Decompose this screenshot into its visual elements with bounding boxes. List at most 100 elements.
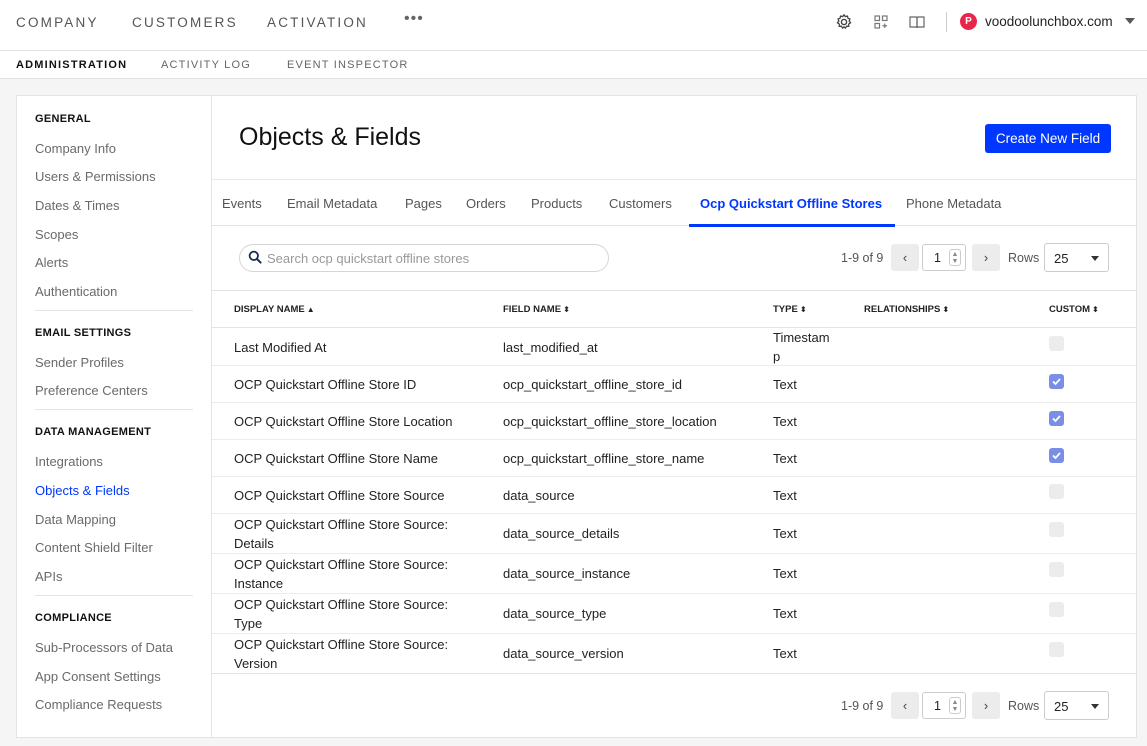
column-type[interactable]: TYPE ⬍ (773, 304, 807, 315)
more-menu-icon[interactable]: ••• (404, 10, 424, 28)
caret-down-icon (1091, 256, 1099, 261)
create-new-field-button[interactable]: Create New Field (985, 124, 1111, 153)
tab-email-metadata[interactable]: Email Metadata (287, 196, 377, 211)
caret-down-icon (1091, 704, 1099, 709)
search-input[interactable] (267, 249, 597, 267)
pagination-top: 1-9 of 9 ‹ 1 ▲ ▼ › Rows 25 (841, 243, 1141, 272)
cell-type: Text (773, 414, 797, 429)
main-panel: Objects & Fields Create New Field Events… (211, 95, 1137, 738)
custom-checkbox[interactable] (1049, 336, 1064, 351)
table-row[interactable]: OCP Quickstart Offline Store Source: Inst… (212, 554, 1136, 594)
sidebar-item-authentication[interactable]: Authentication (35, 284, 117, 299)
table-footer-divider (212, 673, 1136, 674)
sidebar-item-users-permissions[interactable]: Users & Permissions (35, 169, 156, 184)
cell-type: Text (773, 646, 797, 661)
table-row[interactable]: OCP Quickstart Offline Store ID ocp_quic… (212, 366, 1136, 403)
cell-display-name: OCP Quickstart Offline Store Source: Type (234, 597, 449, 631)
sidebar-divider (35, 409, 193, 410)
sidebar-item-sub-processors[interactable]: Sub-Processors of Data (35, 640, 173, 655)
custom-checkbox[interactable] (1049, 411, 1064, 426)
sidebar-heading-compliance: COMPLIANCE (35, 612, 112, 624)
book-icon[interactable] (908, 13, 926, 31)
page-stepper-icon[interactable]: ▲ ▼ (949, 697, 961, 714)
cell-display-name: OCP Quickstart Offline Store Name (234, 451, 438, 466)
sidebar-item-preference-centers[interactable]: Preference Centers (35, 383, 148, 398)
cell-field-name: last_modified_at (503, 340, 598, 355)
account-name[interactable]: voodoolunchbox.com (985, 14, 1113, 29)
cell-type: Text (773, 526, 797, 541)
nav-activation[interactable]: ACTIVATION (267, 15, 368, 30)
column-field-name[interactable]: FIELD NAME ⬍ (503, 304, 570, 315)
cell-type: Text (773, 488, 797, 503)
custom-checkbox[interactable] (1049, 562, 1064, 577)
sidebar-item-sender-profiles[interactable]: Sender Profiles (35, 355, 124, 370)
cell-field-name: ocp_quickstart_offline_store_location (503, 414, 717, 429)
sidebar-item-objects-fields[interactable]: Objects & Fields (35, 483, 130, 498)
check-icon (1052, 452, 1061, 460)
sidebar: GENERAL Company Info Users & Permissions… (16, 95, 211, 738)
subnav-administration[interactable]: ADMINISTRATION (16, 59, 127, 71)
rows-per-page-select[interactable]: 25 (1044, 243, 1109, 272)
sidebar-item-compliance-requests[interactable]: Compliance Requests (35, 697, 162, 712)
check-icon (1052, 415, 1061, 423)
chevron-right-icon[interactable]: › (972, 244, 1000, 271)
sidebar-item-apis[interactable]: APIs (35, 569, 62, 584)
apps-icon[interactable] (872, 13, 890, 31)
page-number-value: 1 (934, 699, 941, 713)
nav-customers[interactable]: CUSTOMERS (132, 15, 238, 30)
custom-checkbox[interactable] (1049, 642, 1064, 657)
table-row[interactable]: Last Modified At last_modified_at Timest… (212, 328, 1136, 366)
tab-ocp-quickstart-offline-stores[interactable]: Ocp Quickstart Offline Stores (700, 196, 882, 211)
cell-type: Timestam p (773, 330, 830, 364)
tab-phone-metadata[interactable]: Phone Metadata (906, 196, 1001, 211)
page-number-input[interactable]: 1 ▲ ▼ (922, 244, 966, 271)
sidebar-item-data-mapping[interactable]: Data Mapping (35, 512, 116, 527)
table-header: DISPLAY NAME ▲ FIELD NAME ⬍ TYPE ⬍ RELATION… (212, 290, 1136, 328)
table-row[interactable]: OCP Quickstart Offline Store Name ocp_qu… (212, 440, 1136, 477)
tab-orders[interactable]: Orders (466, 196, 506, 211)
tab-customers[interactable]: Customers (609, 196, 672, 211)
custom-checkbox[interactable] (1049, 374, 1064, 389)
chevron-left-icon[interactable]: ‹ (891, 244, 919, 271)
custom-checkbox[interactable] (1049, 602, 1064, 617)
chevron-right-icon[interactable]: › (972, 692, 1000, 719)
sidebar-item-scopes[interactable]: Scopes (35, 227, 78, 242)
table-row[interactable]: OCP Quickstart Offline Store Location oc… (212, 403, 1136, 440)
account-avatar[interactable]: P (960, 13, 977, 30)
table-row[interactable]: OCP Quickstart Offline Store Source data… (212, 477, 1136, 514)
sidebar-item-alerts[interactable]: Alerts (35, 255, 68, 270)
active-tab-indicator (689, 224, 895, 227)
account-caret-down-icon[interactable] (1125, 18, 1135, 24)
table-row[interactable]: OCP Quickstart Offline Store Source: Type… (212, 594, 1136, 634)
sidebar-item-content-shield-filter[interactable]: Content Shield Filter (35, 540, 153, 555)
page-number-input[interactable]: 1 ▲ ▼ (922, 692, 966, 719)
rows-per-page-select[interactable]: 25 (1044, 691, 1109, 720)
custom-checkbox[interactable] (1049, 448, 1064, 463)
rows-per-page-value: 25 (1054, 251, 1069, 266)
column-custom[interactable]: CUSTOM ⬍ (1049, 304, 1099, 315)
sidebar-item-integrations[interactable]: Integrations (35, 454, 103, 469)
tab-pages[interactable]: Pages (405, 196, 442, 211)
nav-company[interactable]: COMPANY (16, 15, 99, 30)
search-box[interactable] (239, 244, 609, 272)
page-number-value: 1 (934, 251, 941, 265)
tab-events[interactable]: Events (222, 196, 262, 211)
custom-checkbox[interactable] (1049, 484, 1064, 499)
subnav-event-inspector[interactable]: EVENT INSPECTOR (287, 59, 409, 71)
sidebar-item-company-info[interactable]: Company Info (35, 141, 116, 156)
chevron-left-icon[interactable]: ‹ (891, 692, 919, 719)
custom-checkbox[interactable] (1049, 522, 1064, 537)
subnav-activity-log[interactable]: ACTIVITY LOG (161, 59, 251, 71)
rows-per-page-value: 25 (1054, 699, 1069, 714)
search-icon (248, 250, 262, 264)
column-display-name[interactable]: DISPLAY NAME ▲ (234, 304, 315, 315)
page-stepper-icon[interactable]: ▲ ▼ (949, 249, 961, 266)
object-tabs: Events Email Metadata Pages Orders Produ… (212, 179, 1136, 227)
tab-products[interactable]: Products (531, 196, 582, 211)
table-row[interactable]: OCP Quickstart Offline Store Source: Deta… (212, 514, 1136, 554)
settings-icon[interactable] (835, 13, 853, 31)
column-relationships[interactable]: RELATIONSHIPS ⬍ (864, 304, 949, 315)
table-row[interactable]: OCP Quickstart Offline Store Source: Vers… (212, 634, 1136, 674)
sidebar-item-app-consent-settings[interactable]: App Consent Settings (35, 669, 161, 684)
sidebar-item-dates-times[interactable]: Dates & Times (35, 198, 120, 213)
